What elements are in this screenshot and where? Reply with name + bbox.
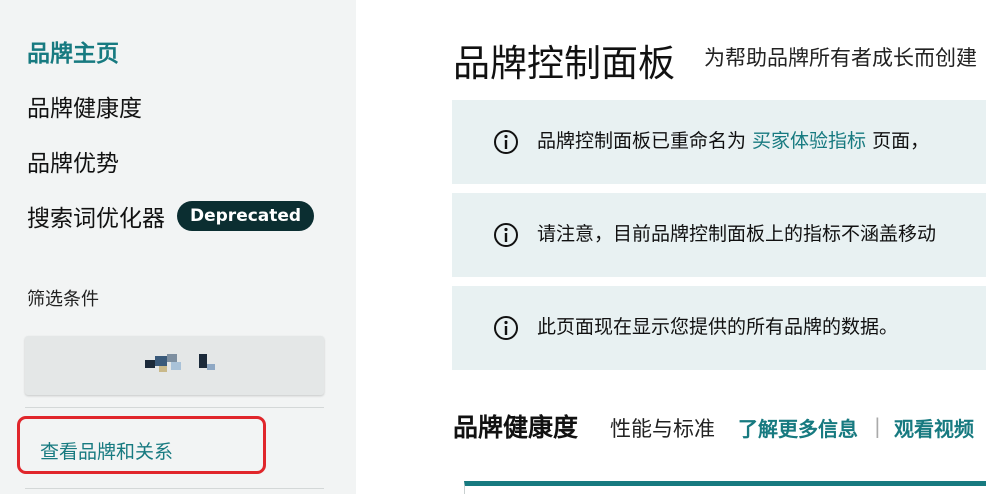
notice-banner: 品牌控制面板已重命名为 买家体验指标 页面，	[452, 100, 986, 184]
sidebar: 品牌主页 品牌健康度 品牌优势 搜索词优化器 Deprecated 筛选条件 查…	[0, 0, 356, 494]
info-icon	[494, 130, 518, 154]
divider	[25, 488, 324, 489]
watch-video-link[interactable]: 观看视频	[894, 413, 974, 442]
filter-title: 筛选条件	[27, 289, 99, 310]
info-icon	[494, 316, 518, 340]
nav-brand-health[interactable]: 品牌健康度	[27, 89, 142, 123]
deprecated-badge: Deprecated	[177, 201, 315, 231]
notice-banner: 此页面现在显示您提供的所有品牌的数据。	[452, 286, 986, 370]
nav-brand-home[interactable]: 品牌主页	[27, 34, 119, 68]
notice-text: 请注意，目前品牌控制面板上的指标不涵盖移动	[537, 223, 937, 245]
notice-text: 此页面现在显示您提供的所有品牌的数据。	[537, 316, 899, 338]
learn-more-link[interactable]: 了解更多信息	[738, 413, 858, 442]
divider	[25, 407, 324, 408]
redacted-brand-name	[145, 354, 215, 372]
page-subtitle: 为帮助品牌所有者成长而创建	[704, 46, 977, 70]
page-title: 品牌控制面板	[453, 42, 675, 85]
section-subtitle: 性能与标准	[610, 417, 715, 441]
view-brands-relationships-link[interactable]: 查看品牌和关系	[40, 437, 173, 464]
nav-search-term-optimizer-label: 搜索词优化器	[27, 206, 165, 232]
notice-text-prefix: 品牌控制面板已重命名为	[537, 130, 753, 152]
brand-health-card	[464, 481, 986, 494]
nav-search-term-optimizer[interactable]: 搜索词优化器 Deprecated	[27, 199, 315, 233]
notice-banner: 请注意，目前品牌控制面板上的指标不涵盖移动	[452, 193, 986, 277]
section-title: 品牌健康度	[453, 413, 579, 442]
notice-text: 品牌控制面板已重命名为 买家体验指标 页面，	[537, 128, 929, 154]
link-separator: |	[874, 414, 881, 438]
info-icon	[494, 223, 518, 247]
notice-text-suffix: 页面，	[866, 130, 930, 152]
brand-filter-select[interactable]	[25, 336, 324, 395]
nav-brand-advantage[interactable]: 品牌优势	[27, 144, 119, 178]
buyer-experience-metrics-link[interactable]: 买家体验指标	[752, 130, 866, 152]
